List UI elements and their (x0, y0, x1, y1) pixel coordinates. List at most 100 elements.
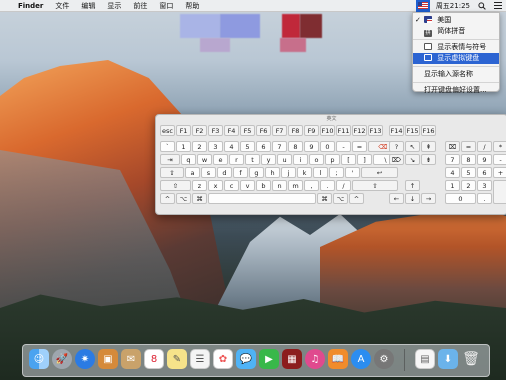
input-source-pinyin[interactable]: 拼 简体拼音 (413, 26, 499, 37)
numpad-key[interactable]: 5 (461, 167, 476, 178)
keyboard-key[interactable]: 1 (176, 141, 191, 152)
input-source-flag-icon[interactable] (415, 0, 430, 12)
nav-key[interactable]: ⌦ (389, 154, 404, 165)
keyboard-key[interactable]: a (185, 167, 200, 178)
trash-icon[interactable]: 🗑 (461, 349, 481, 369)
keyboard-key[interactable]: z (192, 180, 207, 191)
facetime-icon[interactable]: ▶ (259, 349, 279, 369)
photo-booth-icon[interactable]: ▣ (98, 349, 118, 369)
keyboard-key[interactable]: p (325, 154, 340, 165)
nav-key[interactable]: ? (389, 141, 404, 152)
keyboard-key[interactable]: 5 (240, 141, 255, 152)
keyboard-key[interactable]: 7 (272, 141, 287, 152)
keyboard-key[interactable]: n (272, 180, 287, 191)
keyboard-key[interactable]: 2 (192, 141, 207, 152)
photos-icon[interactable]: ✿ (213, 349, 233, 369)
keyboard-key[interactable]: y (261, 154, 276, 165)
fn-key[interactable]: F11 (336, 125, 351, 136)
keyboard-key[interactable]: u (277, 154, 292, 165)
fn-key[interactable]: esc (160, 125, 175, 136)
messages-icon[interactable]: 💬 (236, 349, 256, 369)
fn-key[interactable]: F15 (405, 125, 420, 136)
keyboard-key[interactable]: d (217, 167, 232, 178)
numpad-key[interactable]: - (493, 154, 506, 165)
numpad-key[interactable]: + (493, 167, 506, 178)
keyboard-key[interactable]: - (336, 141, 351, 152)
photo-booth-2-icon[interactable]: ▦ (282, 349, 302, 369)
nav-key[interactable]: ↖ (405, 141, 420, 152)
numpad-key[interactable]: 4 (445, 167, 460, 178)
arrow-up-key[interactable]: ↑ (405, 180, 420, 191)
fn-key[interactable]: F7 (272, 125, 287, 136)
keyboard-key[interactable]: ] (357, 154, 372, 165)
fn-key[interactable]: F2 (192, 125, 207, 136)
finder-icon[interactable]: ☺ (29, 349, 49, 369)
keyboard-key[interactable]: . (320, 180, 335, 191)
ibooks-icon[interactable]: 📖 (328, 349, 348, 369)
return-key[interactable]: ↩ (361, 167, 398, 178)
keyboard-key[interactable]: c (224, 180, 239, 191)
fn-key[interactable]: F6 (256, 125, 271, 136)
keyboard-key[interactable]: b (256, 180, 271, 191)
menu-go[interactable]: 前往 (127, 0, 153, 12)
keyboard-key[interactable]: ' (345, 167, 360, 178)
menu-file[interactable]: 文件 (49, 0, 75, 12)
show-keyboard-viewer[interactable]: 显示虚拟键盘 (413, 53, 499, 64)
keyboard-key[interactable]: ` (160, 141, 175, 152)
menu-edit[interactable]: 编辑 (75, 0, 101, 12)
fn-key[interactable]: F13 (368, 125, 383, 136)
spotlight-icon[interactable] (474, 0, 490, 12)
safari-icon[interactable]: ✷ (75, 349, 95, 369)
menubar-clock[interactable]: 周五21:25 (432, 0, 474, 12)
numpad-key[interactable]: 2 (461, 180, 476, 191)
modifier-key[interactable]: ⌥ (333, 193, 348, 204)
fn-key[interactable]: F4 (224, 125, 239, 136)
nav-key[interactable]: ↘ (405, 154, 420, 165)
keyboard-key[interactable]: h (265, 167, 280, 178)
fn-key[interactable]: F12 (352, 125, 367, 136)
launchpad-icon[interactable]: 🚀 (52, 349, 72, 369)
menu-view[interactable]: 显示 (101, 0, 127, 12)
keyboard-key[interactable]: v (240, 180, 255, 191)
fn-key[interactable]: F8 (288, 125, 303, 136)
keyboard-key[interactable]: q (181, 154, 196, 165)
caps-lock-key[interactable]: ⇪ (160, 167, 184, 178)
numpad-key[interactable]: 0 (445, 193, 476, 204)
keyboard-key[interactable]: m (288, 180, 303, 191)
modifier-key[interactable]: ^ (160, 193, 175, 204)
numpad-key[interactable]: 8 (461, 154, 476, 165)
arrow-right-key[interactable]: → (421, 193, 436, 204)
keyboard-key[interactable]: , (304, 180, 319, 191)
modifier-key[interactable]: ⌘ (317, 193, 332, 204)
modifier-key[interactable]: ⌥ (176, 193, 191, 204)
keyboard-key[interactable]: l (313, 167, 328, 178)
keyboard-key[interactable]: / (336, 180, 351, 191)
numpad-key[interactable]: = (461, 141, 476, 152)
contacts-icon[interactable]: ✉ (121, 349, 141, 369)
reminders-icon[interactable]: ☰ (190, 349, 210, 369)
menu-window[interactable]: 窗口 (153, 0, 179, 12)
show-emoji-symbols[interactable]: 显示表情与符号 (413, 42, 499, 53)
keyboard-key[interactable]: 9 (304, 141, 319, 152)
numpad-key[interactable]: ⌧ (445, 141, 460, 152)
keyboard-key[interactable]: 8 (288, 141, 303, 152)
numpad-key[interactable]: 9 (477, 154, 492, 165)
numpad-key[interactable]: * (493, 141, 506, 152)
modifier-key[interactable]: ^ (349, 193, 364, 204)
apple-menu-icon[interactable] (0, 0, 12, 12)
keyboard-key[interactable]: k (297, 167, 312, 178)
keyboard-key[interactable]: s (201, 167, 216, 178)
keyboard-key[interactable]: o (309, 154, 324, 165)
menu-finder[interactable]: Finder (12, 0, 49, 12)
input-source-us[interactable]: ✓ 美国 (413, 15, 499, 26)
fn-key[interactable]: F3 (208, 125, 223, 136)
numpad-key[interactable]: 3 (477, 180, 492, 191)
fn-key[interactable]: F5 (240, 125, 255, 136)
keyboard-key[interactable]: 6 (256, 141, 271, 152)
notification-center-icon[interactable] (490, 0, 506, 12)
keyboard-key[interactable]: = (352, 141, 367, 152)
shift-key[interactable]: ⇧ (352, 180, 398, 191)
show-input-source-name[interactable]: 显示输入源名称 (413, 69, 499, 80)
shift-key[interactable]: ⇧ (160, 180, 191, 191)
keyboard-key[interactable]: [ (341, 154, 356, 165)
